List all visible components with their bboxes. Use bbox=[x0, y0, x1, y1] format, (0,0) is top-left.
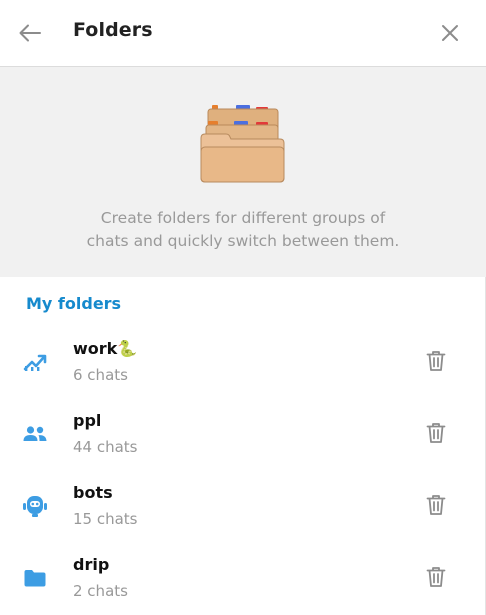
folder-row-bots[interactable]: bots 15 chats bbox=[0, 483, 486, 555]
folder-name: ppl bbox=[73, 411, 102, 430]
my-folders-heading: My folders bbox=[26, 294, 122, 313]
back-button[interactable] bbox=[14, 17, 46, 49]
folder-count: 6 chats bbox=[73, 366, 128, 384]
arrow-left-icon bbox=[19, 24, 41, 42]
folders-panel: Folders Create folders for different gro… bbox=[0, 0, 486, 615]
folder-count: 2 chats bbox=[73, 582, 128, 600]
folder-name: drip bbox=[73, 555, 110, 574]
delete-folder-button[interactable] bbox=[422, 347, 450, 375]
bot-icon bbox=[22, 493, 48, 519]
delete-folder-button[interactable] bbox=[422, 491, 450, 519]
folder-row-work[interactable]: work🐍 6 chats bbox=[0, 339, 486, 411]
close-icon bbox=[442, 25, 458, 41]
delete-folder-button[interactable] bbox=[422, 419, 450, 447]
folder-count: 44 chats bbox=[73, 438, 138, 456]
people-icon bbox=[22, 421, 48, 447]
header: Folders bbox=[0, 0, 486, 67]
folder-name: bots bbox=[73, 483, 113, 502]
trash-icon bbox=[426, 351, 446, 371]
hero-description-line1: Create folders for different groups of bbox=[100, 209, 386, 227]
close-button[interactable] bbox=[434, 17, 466, 49]
delete-folder-button[interactable] bbox=[422, 563, 450, 591]
folder-count: 15 chats bbox=[73, 510, 138, 528]
trash-icon bbox=[426, 567, 446, 587]
folder-row-ppl[interactable]: ppl 44 chats bbox=[0, 411, 486, 483]
folder-name: work🐍 bbox=[73, 339, 138, 358]
hero-description: Create folders for different groups of c… bbox=[0, 207, 486, 253]
trash-icon bbox=[426, 423, 446, 443]
trending-chart-icon bbox=[22, 349, 48, 375]
folder-row-drip[interactable]: drip 2 chats bbox=[0, 555, 486, 615]
page-title: Folders bbox=[73, 19, 153, 41]
folder-icon bbox=[22, 565, 48, 591]
hero-description-line2: chats and quickly switch between them. bbox=[86, 232, 400, 250]
folders-illustration bbox=[196, 97, 291, 183]
trash-icon bbox=[426, 495, 446, 515]
hero-banner: Create folders for different groups of c… bbox=[0, 67, 486, 277]
